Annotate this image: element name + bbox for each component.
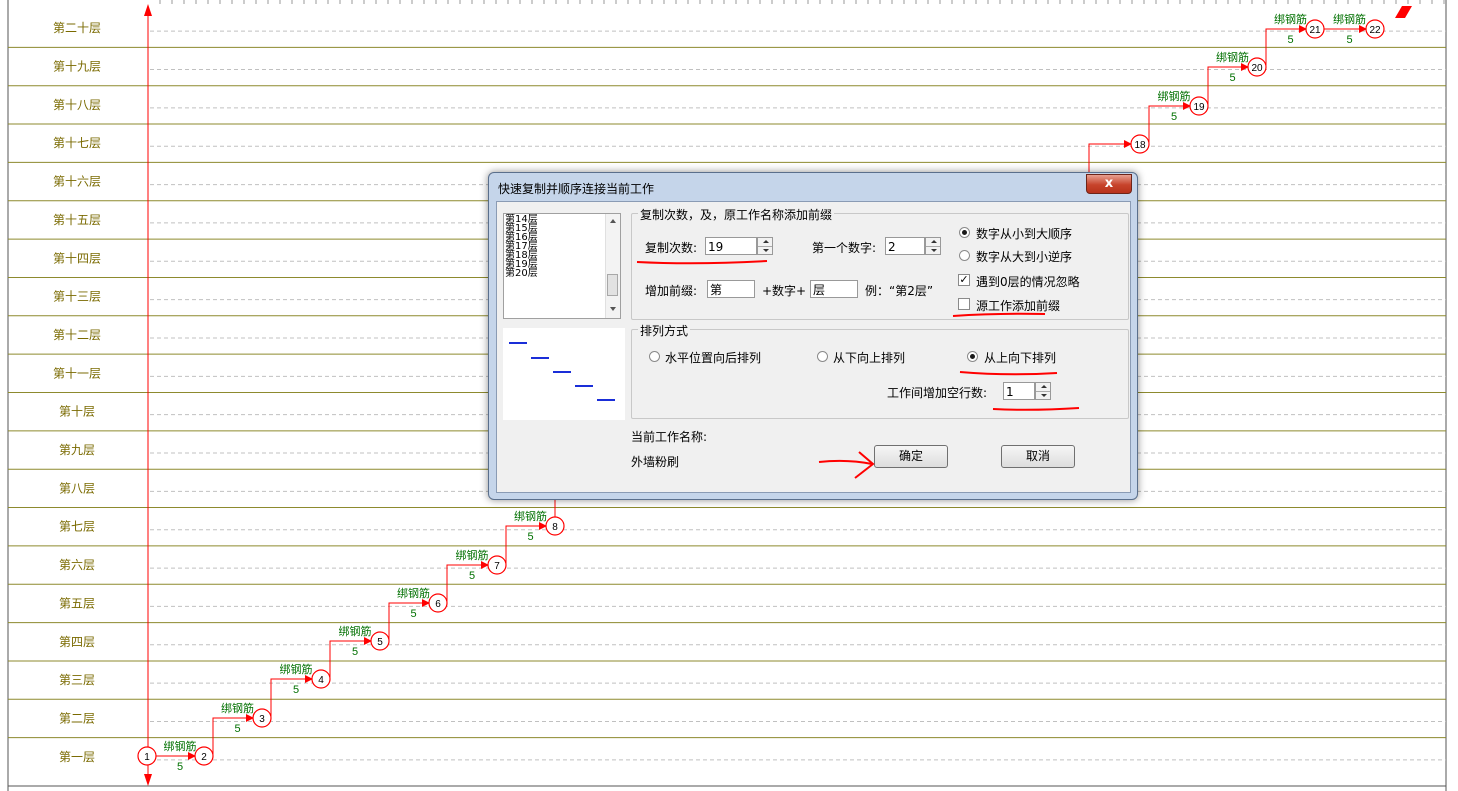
floor-label: 第三层 bbox=[59, 673, 95, 687]
quick-copy-dialog: 快速复制并顺序连接当前工作 x 第14层 第15层 第16层 第17层 第18层 第19层… bbox=[488, 172, 1138, 500]
activity-duration: 5 bbox=[352, 646, 358, 658]
node-number: 2 bbox=[201, 752, 207, 763]
floor-label: 第六层 bbox=[59, 558, 95, 572]
activity-label: 绑钢筋 bbox=[1158, 89, 1191, 103]
activity-duration: 5 bbox=[1229, 72, 1235, 84]
activity-duration: 5 bbox=[410, 608, 416, 620]
activity-label: 绑钢筋 bbox=[456, 548, 489, 562]
activity-duration: 5 bbox=[527, 531, 533, 543]
activity-duration: 5 bbox=[234, 723, 240, 735]
activity-label: 绑钢筋 bbox=[1274, 12, 1307, 26]
node-number: 3 bbox=[259, 714, 265, 725]
activity-duration: 5 bbox=[1171, 111, 1177, 123]
floor-label: 第八层 bbox=[59, 481, 95, 495]
floor-label: 第十四层 bbox=[53, 251, 101, 265]
underline-mark bbox=[952, 312, 1046, 317]
floor-label: 第一层 bbox=[59, 750, 95, 764]
node-number: 7 bbox=[494, 561, 500, 572]
node-number: 8 bbox=[552, 522, 558, 533]
floor-label: 第九层 bbox=[59, 443, 95, 457]
floor-label: 第十九层 bbox=[53, 60, 101, 74]
activity-label: 绑钢筋 bbox=[280, 662, 313, 676]
floor-label: 第五层 bbox=[59, 596, 95, 610]
activity-label: 绑钢筋 bbox=[1333, 12, 1366, 26]
activity-duration: 5 bbox=[1287, 34, 1293, 46]
annotation-marks bbox=[636, 260, 1080, 479]
activity-duration: 5 bbox=[177, 761, 183, 773]
underline-mark bbox=[959, 371, 1058, 376]
floor-label: 第十五层 bbox=[53, 213, 101, 227]
activity-duration: 5 bbox=[293, 684, 299, 696]
node-number: 6 bbox=[435, 599, 441, 610]
floor-label: 第十二层 bbox=[53, 328, 101, 342]
floor-label: 第十六层 bbox=[53, 175, 101, 189]
dialog-body: 第14层 第15层 第16层 第17层 第18层 第19层 第20层 复制次数，及，原工作名… bbox=[496, 201, 1131, 493]
floor-label: 第十八层 bbox=[53, 98, 101, 112]
dialog-title: 快速复制并顺序连接当前工作 bbox=[498, 182, 655, 196]
underline-mark bbox=[992, 407, 1080, 411]
floor-label: 第二层 bbox=[59, 711, 95, 725]
node-number: 1 bbox=[144, 752, 150, 763]
node-number: 4 bbox=[318, 675, 324, 686]
floor-label: 第二十层 bbox=[53, 21, 101, 35]
node-number: 18 bbox=[1134, 140, 1146, 151]
activity-label: 绑钢筋 bbox=[164, 739, 197, 753]
node-number: 19 bbox=[1193, 102, 1205, 113]
activity-label: 绑钢筋 bbox=[514, 509, 547, 523]
activity-label: 绑钢筋 bbox=[221, 701, 254, 715]
close-button[interactable]: x bbox=[1086, 174, 1132, 194]
activity-duration: 5 bbox=[469, 570, 475, 582]
node-number: 22 bbox=[1369, 25, 1381, 36]
underline-mark bbox=[636, 260, 768, 265]
node-number: 5 bbox=[377, 637, 383, 648]
floor-label: 第七层 bbox=[59, 520, 95, 534]
floor-label: 第四层 bbox=[59, 635, 95, 649]
floor-label: 第十七层 bbox=[53, 136, 101, 150]
activity-label: 绑钢筋 bbox=[1216, 50, 1249, 64]
node-number: 20 bbox=[1251, 63, 1263, 74]
floor-label: 第十一层 bbox=[53, 366, 101, 380]
node-number: 21 bbox=[1309, 25, 1321, 36]
floor-label: 第十层 bbox=[59, 405, 95, 419]
activity-label: 绑钢筋 bbox=[339, 624, 372, 638]
activity-label: 绑钢筋 bbox=[397, 586, 430, 600]
activity-duration: 5 bbox=[1346, 34, 1352, 46]
arrow-mark-icon bbox=[818, 451, 875, 479]
floor-label: 第十三层 bbox=[53, 290, 101, 304]
